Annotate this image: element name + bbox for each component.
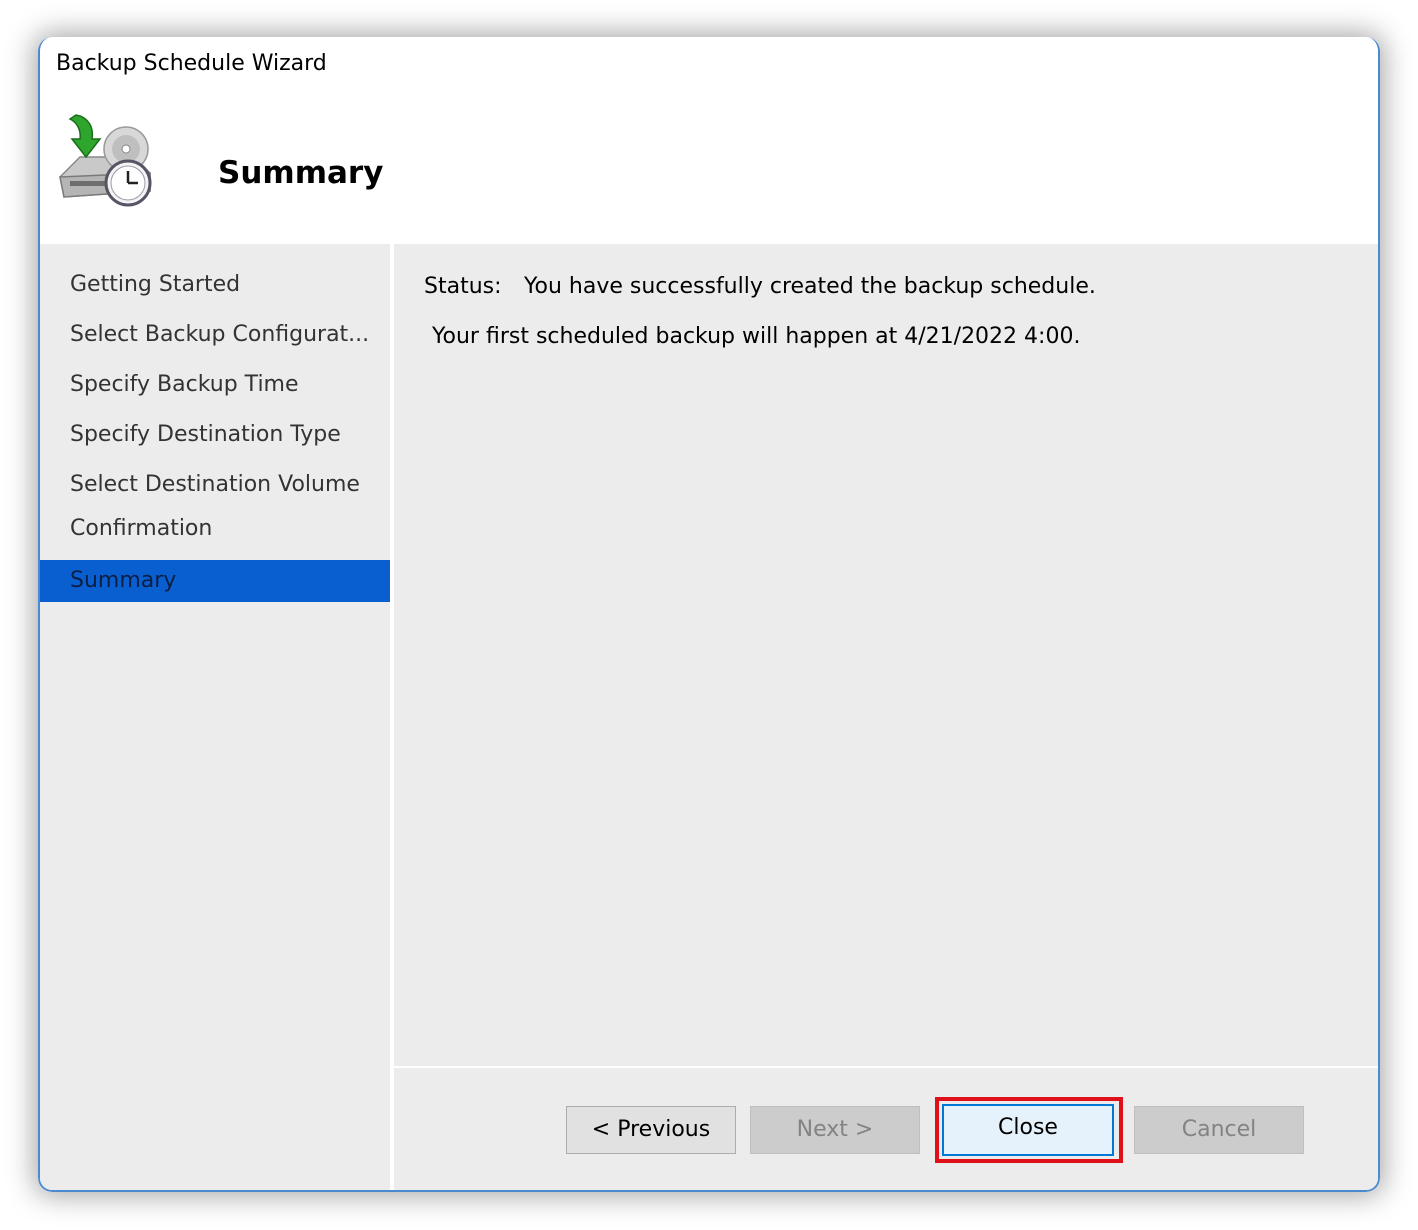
schedule-info-message: Your first scheduled backup will happen … [432,324,1081,349]
sidebar-item-specify-backup-time[interactable]: Specify Backup Time [40,364,390,406]
sidebar-item-select-backup-configuration[interactable]: Select Backup Configurat... [40,314,390,356]
next-button[interactable]: Next > [750,1106,920,1154]
sidebar-item-getting-started[interactable]: Getting Started [40,264,390,306]
page-title: Summary [218,155,384,191]
sidebar-item-specify-destination-type[interactable]: Specify Destination Type [40,414,390,456]
wizard-steps-sidebar: Getting Started Select Backup Configurat… [40,244,390,1190]
status-label: Status: [424,274,502,299]
close-button-highlight [935,1097,1123,1163]
window-title: Backup Schedule Wizard [56,51,327,76]
status-message: You have successfully created the backup… [524,274,1096,299]
sidebar-item-confirmation[interactable]: Confirmation [40,508,390,550]
summary-content-pane: Status: You have successfully created th… [394,244,1378,1066]
sidebar-item-select-destination-volume[interactable]: Select Destination Volume [40,464,390,506]
wizard-window: Backup Schedule Wizard Summary Getting S… [38,37,1380,1192]
previous-button[interactable]: < Previous [566,1106,736,1154]
backup-schedule-icon [54,111,164,211]
wizard-window-frame: Backup Schedule Wizard Summary Getting S… [38,37,1380,1192]
sidebar-item-summary[interactable]: Summary [40,560,390,602]
cancel-button[interactable]: Cancel [1134,1106,1304,1154]
